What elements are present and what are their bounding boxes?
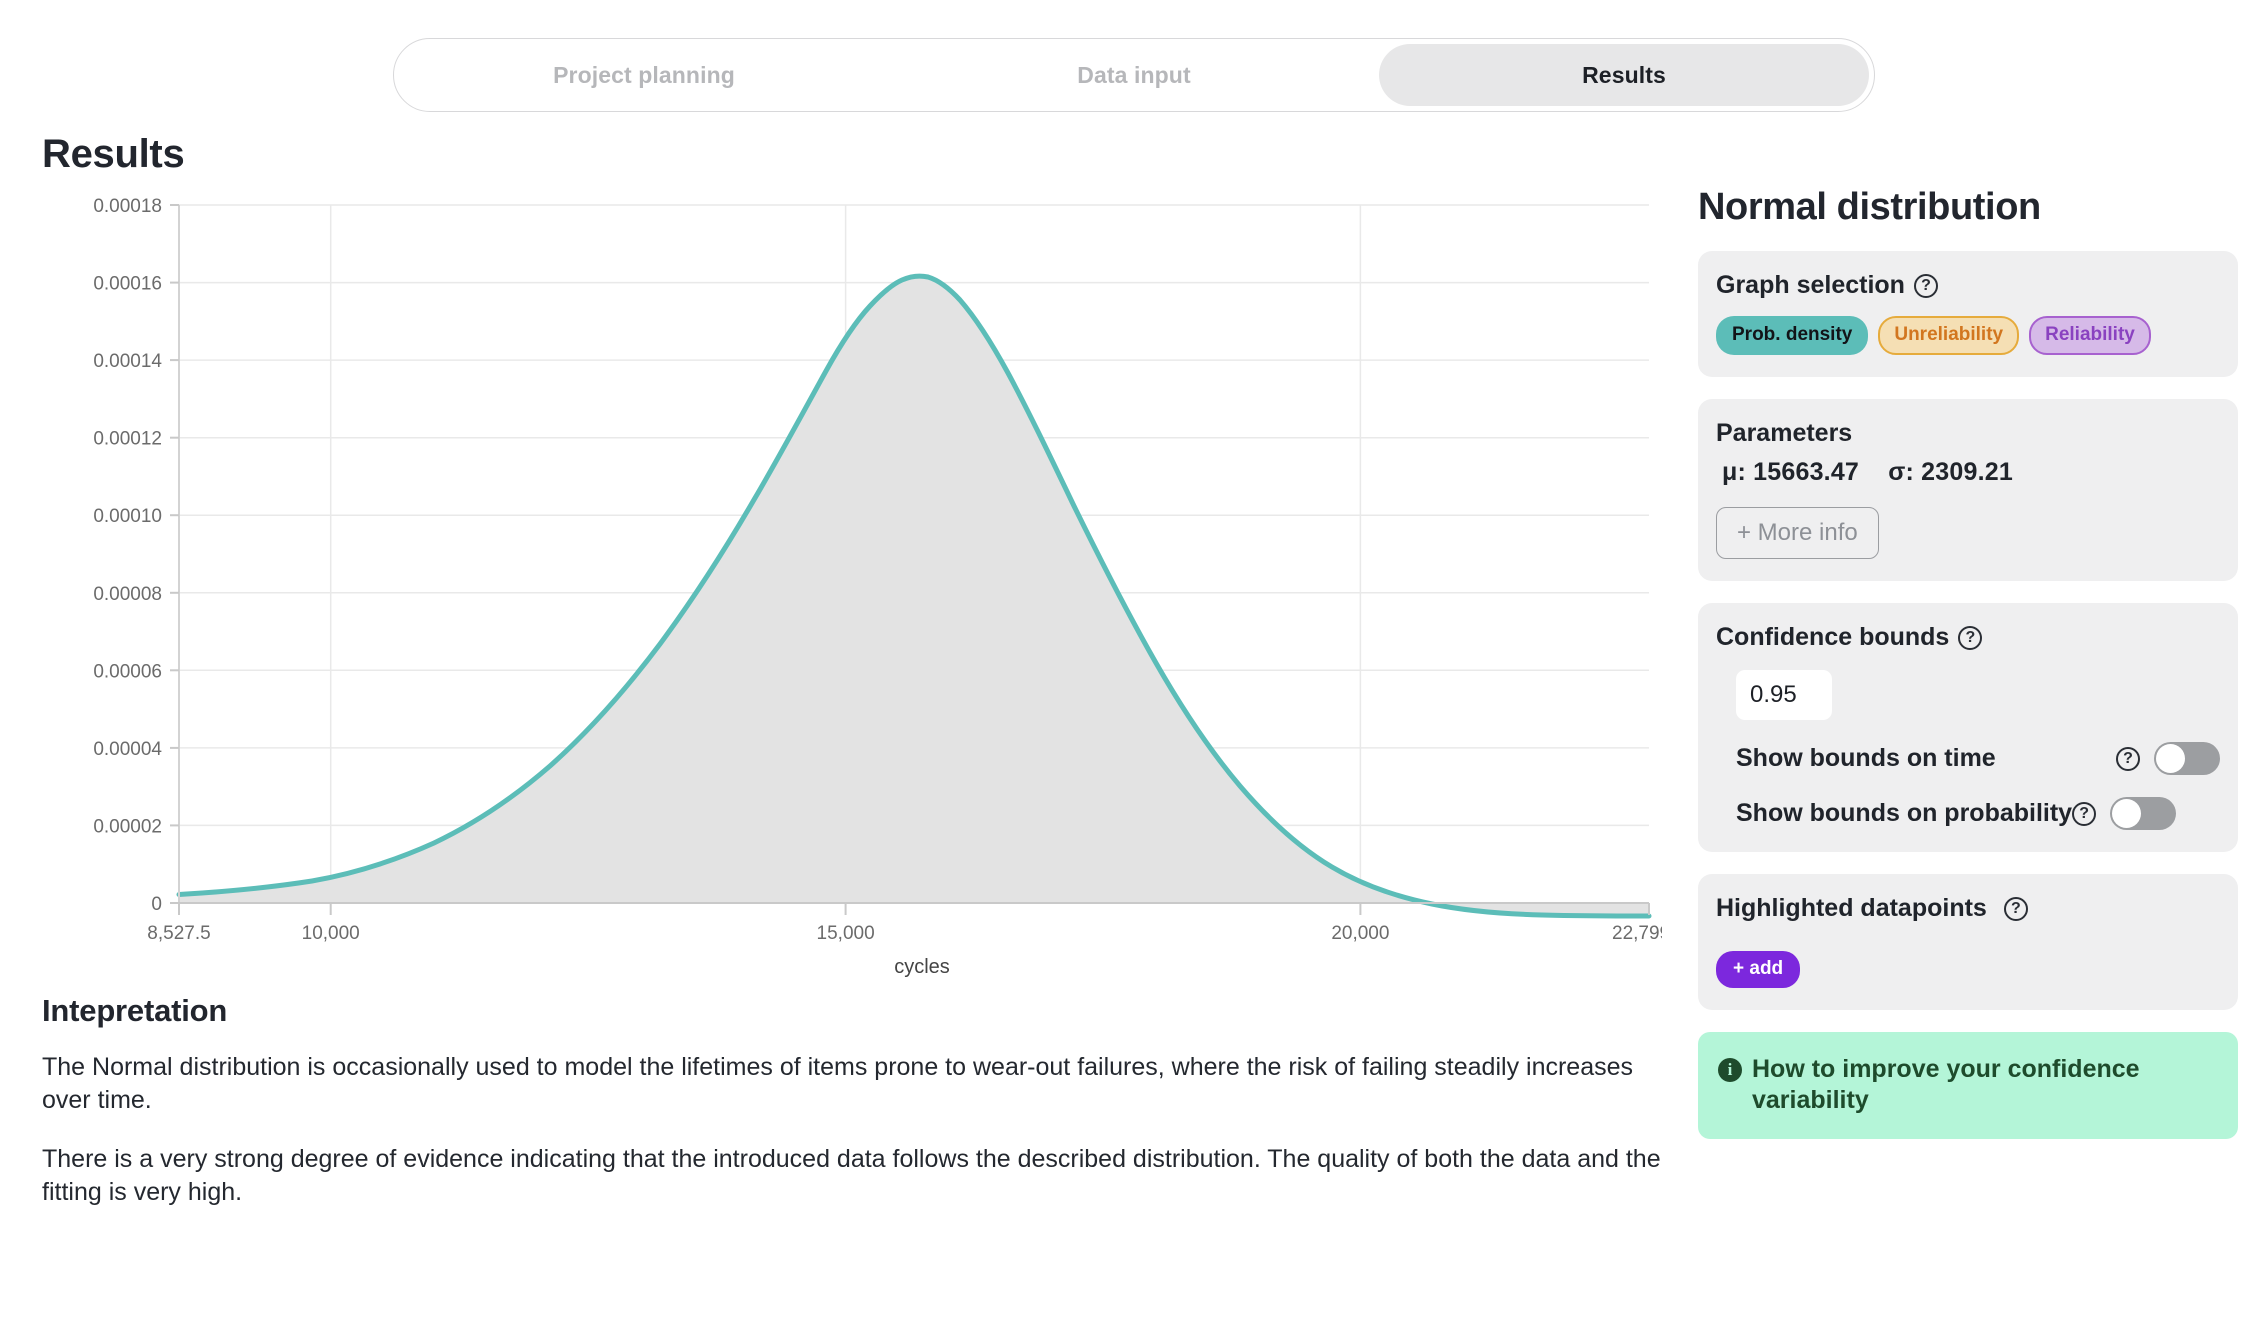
interpretation-paragraph-1: The Normal distribution is occasionally … (42, 1053, 1634, 1114)
page-title: Results (42, 132, 185, 176)
chart-y-ticks (170, 204, 179, 904)
graph-selection-header: Graph selection ? (1716, 271, 2220, 300)
add-datapoint-button[interactable]: + add (1716, 951, 1801, 988)
tab-project-planning[interactable]: Project planning (399, 44, 889, 106)
confidence-level-input[interactable] (1736, 670, 1832, 720)
y-tick-label: 0.00006 (93, 661, 162, 682)
help-icon[interactable]: ? (2072, 801, 2097, 826)
help-icon[interactable]: ? (1958, 625, 1983, 650)
chart-y-tick-labels: 0.00018 0.00016 0.00014 0.00012 0.00010 … (93, 196, 162, 915)
y-tick-label: 0.00002 (93, 816, 162, 837)
show-bounds-on-time-label: Show bounds on time (1736, 744, 1996, 772)
graph-option-reliability[interactable]: Reliability (2029, 316, 2151, 355)
show-bounds-on-probability-label: Show bounds on probability (1736, 799, 2073, 827)
parameters-card: Parameters μ: 15663.47 σ: 2309.21 + More… (1698, 399, 2238, 581)
help-icon[interactable]: ? (2116, 746, 2140, 771)
confidence-variability-banner[interactable]: i How to improve your confidence variabi… (1698, 1032, 2238, 1139)
more-info-button[interactable]: + More info (1716, 507, 1879, 559)
y-tick-label: 0.00010 (93, 506, 162, 527)
y-tick-label: 0.00008 (93, 584, 162, 605)
x-tick-label: 8,527.5 (147, 923, 210, 944)
y-tick-label: 0.00018 (93, 196, 162, 217)
graph-selection-options: Prob. density Unreliability Reliability (1716, 316, 2220, 355)
y-tick-label: 0.00012 (93, 429, 162, 450)
distribution-title: Normal distribution (1698, 186, 2041, 228)
parameter-mu: μ: 15663.47 (1722, 458, 1860, 486)
x-tick-label: 20,000 (1331, 923, 1389, 944)
highlighted-datapoints-header: Highlighted datapoints ? (1716, 894, 2220, 923)
parameters-label: Parameters (1716, 419, 1853, 447)
interpretation-section: Intepretation The Normal distribution is… (42, 993, 1682, 1209)
confidence-bounds-header: Confidence bounds ? (1716, 623, 2220, 652)
confidence-bounds-label: Confidence bounds (1716, 623, 1950, 651)
y-tick-label: 0.00016 (93, 274, 162, 295)
toggle-knob (2156, 744, 2185, 773)
chart-x-tick-labels: 8,527.5 10,000 15,000 20,000 22,799.5 (147, 923, 1662, 944)
banner-text: How to improve your confidence variabili… (1752, 1055, 2140, 1114)
main-content: Results 0.00018 0.00016 0.00014 0.00012 … (42, 132, 1662, 1235)
info-icon: i (1718, 1058, 1742, 1082)
x-tick-label: 15,000 (817, 923, 875, 944)
y-tick-label: 0.00014 (93, 351, 162, 372)
confidence-bounds-card: Confidence bounds ? Show bounds on time … (1698, 603, 2238, 852)
tabbar-container: Project planning Data input Results (0, 38, 2268, 112)
show-bounds-on-time-row: Show bounds on time ? (1716, 742, 2220, 775)
y-tick-label: 0.00004 (93, 739, 162, 760)
highlighted-datapoints-label: Highlighted datapoints (1716, 894, 1987, 922)
x-tick-label: 22,799.5 (1612, 923, 1662, 944)
y-tick-label: 0 (151, 894, 162, 915)
interpretation-heading: Intepretation (42, 993, 228, 1028)
toggle-knob (2112, 799, 2142, 828)
help-icon[interactable]: ? (2003, 896, 2028, 921)
x-tick-label: 10,000 (302, 923, 360, 944)
tab-results[interactable]: Results (1379, 44, 1869, 106)
sidebar: Normal distribution Graph selection ? Pr… (1698, 186, 2238, 1139)
show-bounds-on-probability-row: Show bounds on probability ? (1716, 797, 2220, 830)
tabbar: Project planning Data input Results (393, 38, 1875, 112)
graph-option-unreliability[interactable]: Unreliability (1878, 316, 2020, 355)
highlighted-datapoints-card: Highlighted datapoints ? + add (1698, 874, 2238, 1010)
show-bounds-on-time-toggle[interactable] (2154, 742, 2220, 775)
graph-selection-label: Graph selection (1716, 271, 1905, 299)
parameters-values: μ: 15663.47 σ: 2309.21 (1716, 458, 2220, 487)
probability-density-chart[interactable]: 0.00018 0.00016 0.00014 0.00012 0.00010 … (42, 193, 1662, 983)
graph-option-prob-density[interactable]: Prob. density (1716, 316, 1869, 355)
tab-data-input[interactable]: Data input (889, 44, 1379, 106)
help-icon[interactable]: ? (1913, 273, 1938, 298)
interpretation-paragraph-2: There is a very strong degree of evidenc… (42, 1145, 1661, 1206)
show-bounds-on-probability-toggle[interactable] (2110, 797, 2177, 830)
highlighted-datapoints-list: + add (1716, 923, 2220, 988)
parameter-sigma: σ: 2309.21 (1888, 458, 2013, 486)
chart-svg: 0.00018 0.00016 0.00014 0.00012 0.00010 … (93, 196, 1662, 978)
chart-x-axis-label: cycles (894, 956, 950, 978)
graph-selection-card: Graph selection ? Prob. density Unreliab… (1698, 251, 2238, 377)
